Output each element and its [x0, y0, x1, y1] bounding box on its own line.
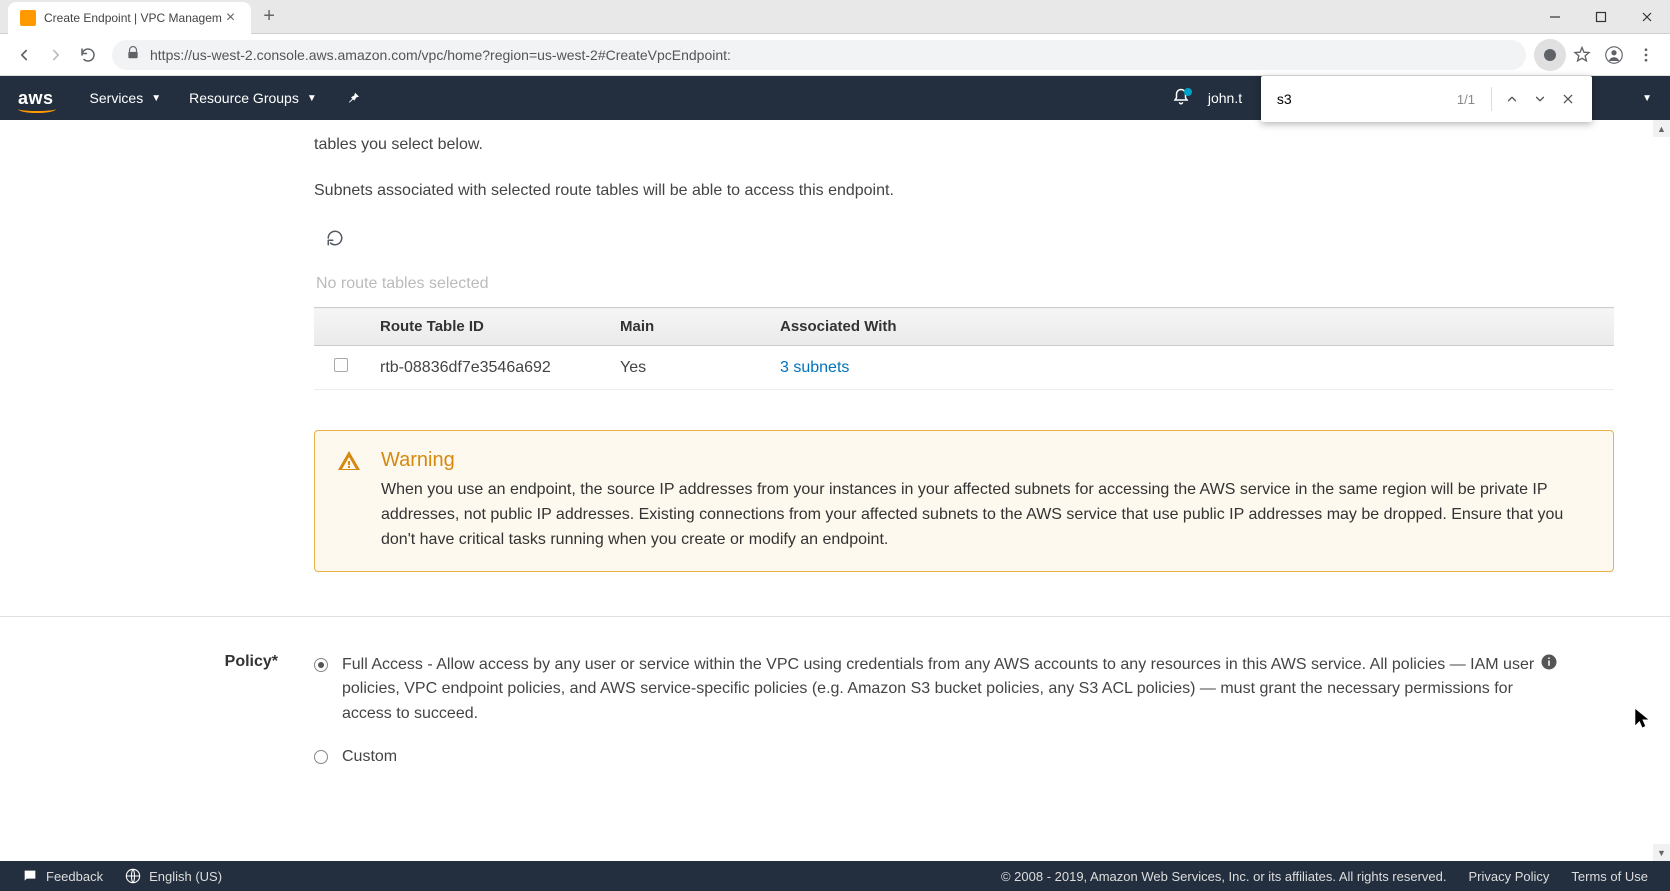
new-tab-button[interactable]: +	[251, 5, 287, 28]
url-text: https://us-west-2.console.aws.amazon.com…	[150, 47, 731, 63]
warning-body: When you use an endpoint, the source IP …	[381, 478, 1591, 552]
warning-box: Warning When you use an endpoint, the so…	[314, 430, 1614, 571]
browser-find-bar: 1/1	[1261, 76, 1592, 122]
browser-toolbar: https://us-west-2.console.aws.amazon.com…	[0, 34, 1670, 76]
language-label: English (US)	[149, 869, 222, 884]
language-selector[interactable]: English (US)	[125, 868, 222, 884]
find-next-button[interactable]	[1526, 85, 1554, 113]
aws-favicon	[20, 10, 36, 26]
bookmark-star-icon[interactable]	[1566, 39, 1598, 71]
radio-full-access[interactable]	[314, 658, 328, 672]
tab-close-icon[interactable]: ×	[222, 9, 239, 27]
feedback-button[interactable]: Feedback	[22, 868, 103, 884]
col-spacer	[1248, 308, 1614, 346]
extension-icon[interactable]	[1534, 39, 1566, 71]
policy-custom-option[interactable]: Custom	[314, 745, 1558, 770]
route-tables-table: Route Table ID Main Associated With rtb-…	[314, 307, 1614, 390]
feedback-label: Feedback	[46, 869, 103, 884]
close-window-button[interactable]	[1624, 0, 1670, 34]
intro-text: Subnets associated with selected route t…	[314, 178, 1614, 204]
reload-button[interactable]	[72, 39, 104, 71]
warning-triangle-icon	[337, 449, 361, 552]
tab-title: Create Endpoint | VPC Managem	[44, 11, 222, 25]
resource-groups-label: Resource Groups	[189, 90, 299, 106]
col-associated-with[interactable]: Associated With	[768, 308, 1248, 346]
profile-icon[interactable]	[1598, 39, 1630, 71]
aws-footer: Feedback English (US) © 2008 - 2019, Ama…	[0, 861, 1670, 891]
find-input[interactable]	[1277, 91, 1457, 107]
services-label: Services	[90, 90, 144, 106]
services-menu[interactable]: Services ▼	[90, 90, 162, 106]
page-content: tables you select below. Subnets associa…	[0, 120, 1670, 861]
subnets-link[interactable]: 3 subnets	[780, 359, 849, 376]
find-match-count: 1/1	[1457, 92, 1475, 107]
notification-dot	[1184, 88, 1192, 96]
info-icon[interactable]	[1540, 653, 1558, 676]
table-row[interactable]: rtb-08836df7e3546a692 Yes 3 subnets	[314, 346, 1614, 390]
cell-main: Yes	[608, 346, 768, 390]
aws-logo[interactable]: aws	[18, 88, 54, 109]
policy-full-access-text: Full Access - Allow access by any user o…	[342, 653, 1540, 727]
policy-section: Policy* Full Access - Allow access by an…	[314, 653, 1614, 788]
no-selection-text: No route tables selected	[316, 275, 1614, 293]
chevron-down-icon: ▼	[151, 93, 161, 104]
policy-label: Policy*	[18, 653, 314, 788]
chevron-down-icon[interactable]: ▼	[1642, 93, 1652, 104]
policy-custom-text: Custom	[342, 745, 397, 770]
notifications-bell-icon[interactable]	[1172, 88, 1190, 109]
radio-custom[interactable]	[314, 750, 328, 764]
col-route-table-id[interactable]: Route Table ID	[368, 308, 608, 346]
privacy-policy-link[interactable]: Privacy Policy	[1469, 869, 1550, 884]
find-close-button[interactable]	[1554, 85, 1582, 113]
scroll-up-button[interactable]: ▲	[1653, 120, 1670, 137]
minimize-button[interactable]	[1532, 0, 1578, 34]
browser-tab[interactable]: Create Endpoint | VPC Managem ×	[8, 2, 251, 34]
browser-menu-icon[interactable]	[1630, 39, 1662, 71]
col-checkbox	[314, 308, 368, 346]
row-checkbox[interactable]	[334, 358, 348, 372]
maximize-button[interactable]	[1578, 0, 1624, 34]
forward-button[interactable]	[40, 39, 72, 71]
resource-groups-menu[interactable]: Resource Groups ▼	[189, 90, 317, 106]
scroll-down-button[interactable]: ▼	[1653, 844, 1670, 861]
intro-fragment: tables you select below.	[314, 132, 1614, 158]
copyright-text: © 2008 - 2019, Amazon Web Services, Inc.…	[1001, 869, 1447, 884]
window-controls	[1532, 0, 1670, 34]
lock-icon	[126, 46, 140, 63]
address-bar[interactable]: https://us-west-2.console.aws.amazon.com…	[112, 40, 1526, 70]
refresh-button[interactable]	[320, 223, 350, 253]
policy-full-access-option[interactable]: Full Access - Allow access by any user o…	[314, 653, 1558, 727]
browser-tab-strip: Create Endpoint | VPC Managem × +	[0, 0, 1670, 34]
find-prev-button[interactable]	[1498, 85, 1526, 113]
warning-title: Warning	[381, 449, 1591, 472]
terms-of-use-link[interactable]: Terms of Use	[1571, 869, 1648, 884]
col-main[interactable]: Main	[608, 308, 768, 346]
cell-route-table-id: rtb-08836df7e3546a692	[368, 346, 608, 390]
back-button[interactable]	[8, 39, 40, 71]
account-user-menu[interactable]: john.t	[1208, 90, 1242, 106]
table-header-row: Route Table ID Main Associated With	[314, 308, 1614, 346]
pin-icon[interactable]	[345, 90, 361, 106]
chevron-down-icon: ▼	[307, 93, 317, 104]
